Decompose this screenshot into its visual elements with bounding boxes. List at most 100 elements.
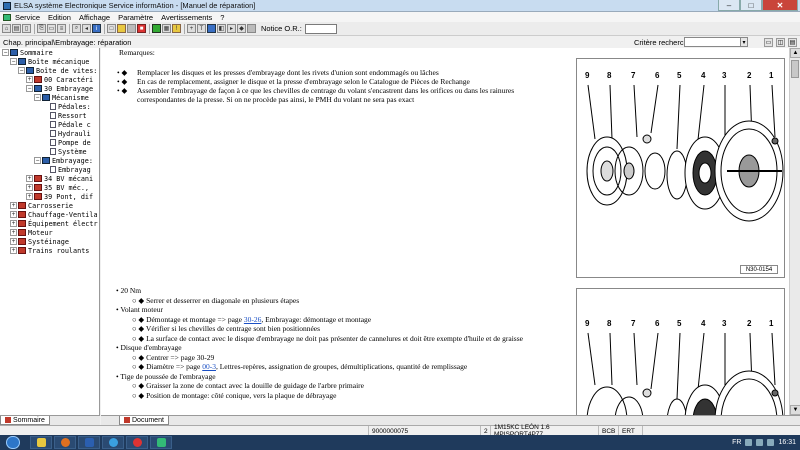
folder-icon[interactable]	[117, 24, 126, 33]
tree-item[interactable]: + Moteur	[0, 228, 99, 237]
menu-affichage[interactable]: Affichage	[75, 13, 114, 22]
page-link-30-26[interactable]: 30-26	[244, 315, 262, 324]
tree-item[interactable]: − Mécanisme	[0, 93, 99, 102]
collapse-icon[interactable]: −	[34, 157, 41, 164]
start-button[interactable]	[6, 436, 20, 449]
tree-item[interactable]: + Chauffage-Ventila	[0, 210, 99, 219]
text-icon[interactable]: T	[197, 24, 206, 33]
expand-icon[interactable]: +	[10, 238, 17, 245]
panel-icon[interactable]: ▤	[788, 38, 797, 47]
tree-item[interactable]: − Embrayage:	[0, 156, 99, 165]
print-icon[interactable]: ▤	[12, 24, 21, 33]
tree-item[interactable]: + Trains roulants	[0, 246, 99, 255]
tab-document[interactable]: Document	[119, 416, 169, 425]
tree-item[interactable]: +39 Pont, dif	[0, 192, 99, 201]
expand-icon[interactable]: +	[26, 193, 33, 200]
explorer-icon[interactable]	[30, 436, 52, 449]
language-indicator[interactable]: FR	[732, 439, 741, 446]
tree-item[interactable]: Ressort	[0, 111, 99, 120]
search-dropdown-icon[interactable]: ▾	[740, 37, 748, 47]
collapse-icon[interactable]: −	[34, 94, 41, 101]
tree-item[interactable]: +35 BV méc.,	[0, 183, 99, 192]
tree-item[interactable]: Hydrauli	[0, 129, 99, 138]
expand-icon[interactable]: +	[10, 247, 17, 254]
tree-item[interactable]: + Carrosserie	[0, 201, 99, 210]
list-icon[interactable]: ≡	[57, 24, 66, 33]
expand-icon[interactable]: ▭	[764, 38, 773, 47]
tree-item-label: 39 Pont, dif	[44, 192, 94, 201]
list-item: • 20 Nm	[116, 286, 142, 295]
window-icon[interactable]: □	[107, 24, 116, 33]
expand-icon[interactable]: +	[10, 211, 17, 218]
media-player-icon[interactable]	[54, 436, 76, 449]
collapse-icon[interactable]: −	[2, 49, 9, 56]
collapse-icon[interactable]: −	[18, 67, 25, 74]
scroll-thumb[interactable]	[791, 60, 799, 78]
blue-tool-icon[interactable]	[207, 24, 216, 33]
scroll-up-icon[interactable]: ▲	[790, 48, 800, 58]
stop-icon[interactable]: ■	[137, 24, 146, 33]
split-icon[interactable]: ◫	[776, 38, 785, 47]
network-icon[interactable]	[756, 439, 764, 446]
nav-back-icon[interactable]: ◂	[82, 24, 91, 33]
warning-icon[interactable]: !	[172, 24, 181, 33]
tree-item[interactable]: − Boîte mécanique	[0, 57, 99, 66]
table-icon[interactable]: ▦	[162, 24, 171, 33]
tree-item[interactable]: − Sommaire	[0, 48, 99, 57]
home-icon[interactable]: ⌂	[2, 24, 11, 33]
subitem-text: Vérifier si les chevilles de centrage so…	[145, 324, 321, 333]
elsa-icon[interactable]	[150, 436, 172, 449]
maximize-button[interactable]: □	[740, 0, 762, 11]
page-icon[interactable]: ▯	[22, 24, 31, 33]
expand-icon[interactable]: +	[10, 229, 17, 236]
tree-item[interactable]: Pédales:	[0, 102, 99, 111]
scroll-down-icon[interactable]: ▼	[790, 405, 800, 415]
minimize-button[interactable]: –	[718, 0, 740, 11]
tray-icon[interactable]	[745, 439, 753, 446]
collapse-icon[interactable]: −	[10, 58, 17, 65]
expand-icon[interactable]: +	[10, 220, 17, 227]
arrow-icon[interactable]: ▸	[227, 24, 236, 33]
page-link-00-3[interactable]: 00-3	[202, 362, 216, 371]
menu-bar: Service Edition Affichage Paramètre Aver…	[0, 12, 800, 22]
tree-item[interactable]: +34 BV mécani	[0, 174, 99, 183]
ie-icon[interactable]	[102, 436, 124, 449]
collapse-icon[interactable]: −	[26, 85, 33, 92]
zoom-icon[interactable]: +	[187, 24, 196, 33]
search-icon[interactable]: ⌕	[72, 24, 81, 33]
tree-item[interactable]: − 30 Embrayage	[0, 84, 99, 93]
tree-item[interactable]: Pédale c	[0, 120, 99, 129]
volume-icon[interactable]	[767, 439, 775, 446]
chrome-icon[interactable]	[126, 436, 148, 449]
tree-item[interactable]: Pompe de	[0, 138, 99, 147]
marker-icon[interactable]: ◆	[237, 24, 246, 33]
settings-icon[interactable]	[247, 24, 256, 33]
notice-input[interactable]	[304, 23, 337, 34]
doc-icon[interactable]: ▭	[47, 24, 56, 33]
expand-icon[interactable]: +	[10, 202, 17, 209]
tree-item[interactable]: +00 Caractéri	[0, 75, 99, 84]
menu-edition[interactable]: Edition	[44, 13, 75, 22]
image-icon[interactable]: ◧	[217, 24, 226, 33]
copy-icon[interactable]: ⎘	[37, 24, 46, 33]
expand-icon[interactable]: +	[26, 184, 33, 191]
search-input[interactable]	[684, 37, 748, 47]
expand-icon[interactable]: +	[26, 175, 33, 182]
menu-parametre[interactable]: Paramètre	[114, 13, 157, 22]
tree-item[interactable]: + Équipement électr	[0, 219, 99, 228]
close-button[interactable]: ✕	[762, 0, 798, 11]
tool-icon[interactable]	[127, 24, 136, 33]
tree-item[interactable]: − Boîte de vites:	[0, 66, 99, 75]
menu-help[interactable]: ?	[216, 13, 228, 22]
word-icon[interactable]	[78, 436, 100, 449]
document-scrollbar[interactable]: ▲ ▼	[789, 48, 800, 415]
vehicle-icon[interactable]	[152, 24, 161, 33]
expand-icon[interactable]: +	[26, 76, 33, 83]
tree-item[interactable]: + Systéinage	[0, 237, 99, 246]
menu-avertissements[interactable]: Avertissements	[157, 13, 216, 22]
info-icon[interactable]: i	[92, 24, 101, 33]
tree-item[interactable]: Système	[0, 147, 99, 156]
menu-service[interactable]: Service	[11, 13, 44, 22]
tree-item[interactable]: Embrayag	[0, 165, 99, 174]
tab-sommaire[interactable]: Sommaire	[0, 416, 50, 425]
